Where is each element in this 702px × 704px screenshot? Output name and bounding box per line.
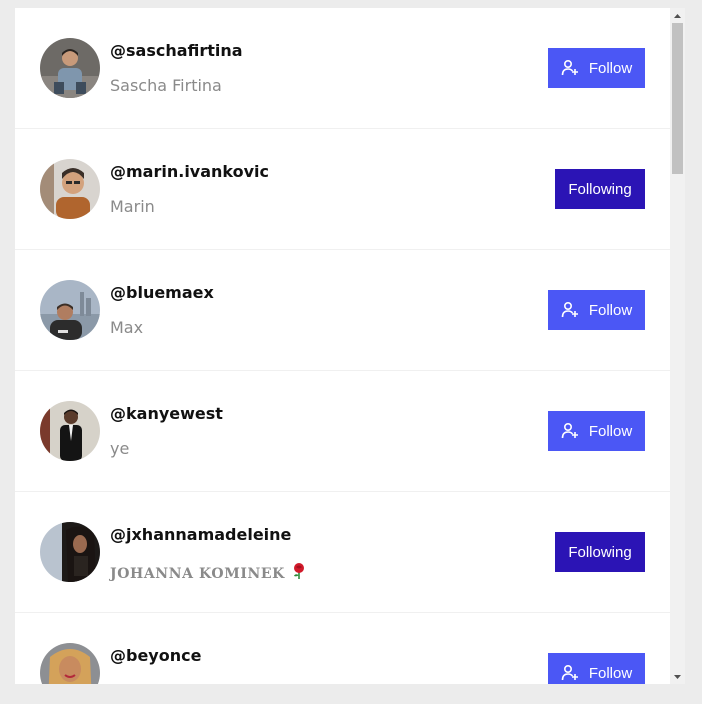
following-button[interactable]: Following (555, 169, 645, 209)
arrow-down-icon[interactable] (670, 669, 685, 684)
list-item: @saschafirtina Sascha Firtina Follow (15, 8, 670, 129)
follow-button[interactable]: Follow (548, 411, 645, 451)
scrollbar-thumb[interactable] (672, 23, 683, 174)
avatar[interactable] (40, 401, 100, 461)
follow-button[interactable]: Follow (548, 290, 645, 330)
user-handle[interactable]: @jxhannamadeleine (110, 525, 291, 544)
follow-button-label: Follow (588, 664, 633, 682)
follow-button[interactable]: Follow (548, 653, 645, 684)
user-handle[interactable]: @beyonce (110, 646, 201, 665)
user-list[interactable]: @saschafirtina Sascha Firtina Follow @ma… (15, 8, 670, 684)
following-button-label: Following (568, 543, 632, 561)
follow-button-label: Follow (588, 301, 633, 319)
list-item: @marin.ivankovic Marin Following (15, 129, 670, 250)
list-item: @kanyewest ye Follow (15, 371, 670, 492)
user-full-name: Sascha Firtina (110, 76, 222, 95)
user-full-name: Max (110, 318, 144, 337)
avatar[interactable] (40, 280, 100, 340)
following-button[interactable]: Following (555, 532, 645, 572)
user-handle[interactable]: @bluemaex (110, 283, 214, 302)
avatar[interactable] (40, 38, 100, 98)
user-full-name: Marin (110, 197, 155, 216)
avatar[interactable] (40, 159, 100, 219)
user-plus-icon (561, 301, 579, 319)
user-handle[interactable]: @saschafirtina (110, 41, 243, 60)
vertical-scrollbar[interactable] (670, 8, 685, 684)
user-full-name: ye (110, 439, 130, 458)
user-plus-icon (561, 59, 579, 77)
user-handle[interactable]: @kanyewest (110, 404, 223, 423)
following-button-label: Following (568, 180, 632, 198)
follow-button-label: Follow (588, 59, 633, 77)
list-item: @bluemaex Max Follow (15, 250, 670, 371)
user-handle[interactable]: @marin.ivankovic (110, 162, 269, 181)
user-plus-icon (561, 664, 579, 682)
user-full-name: JOHANNA KOMINEK (110, 562, 307, 584)
rose-icon (291, 562, 307, 584)
list-item: @jxhannamadeleine JOHANNA KOMINEK Follow… (15, 492, 670, 613)
followers-modal: @saschafirtina Sascha Firtina Follow @ma… (15, 8, 685, 684)
user-full-name-text: JOHANNA KOMINEK (110, 566, 285, 582)
avatar[interactable] (40, 643, 100, 684)
user-plus-icon (561, 422, 579, 440)
follow-button[interactable]: Follow (548, 48, 645, 88)
arrow-up-icon[interactable] (670, 8, 685, 23)
follow-button-label: Follow (588, 422, 633, 440)
avatar[interactable] (40, 522, 100, 582)
list-item: @beyonce Follow (15, 613, 670, 684)
